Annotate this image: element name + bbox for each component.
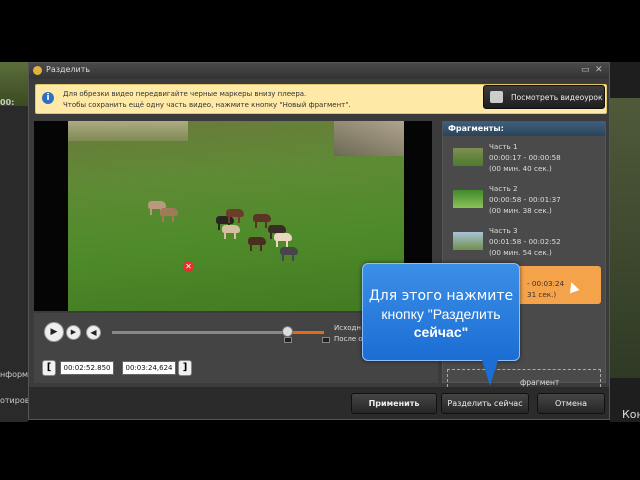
play-icon[interactable]: ▶ [44,322,64,342]
cancel-button[interactable]: Отмена [537,393,605,414]
fragment-item[interactable]: Часть 1 00:00:17 - 00:00:58 (00 мин. 40 … [447,140,601,178]
tooltip-line2: кнопку "Разделить [381,306,501,322]
fragment-item[interactable]: Часть 3 00:01:58 - 00:02:52 (00 мин. 54 … [447,224,601,262]
fragment-range: - 00:03:24 [527,279,565,288]
fragments-header: Фрагменты: [443,122,605,136]
dialog-titlebar: Разделить ▭ ✕ [29,63,609,79]
watch-lesson-label: Посмотреть видеоурок [511,93,603,102]
tooltip-line3: сейчас" [413,324,469,340]
apply-button[interactable]: Применить [351,393,437,414]
app-icon [33,66,42,75]
background-right-panel: Кон [610,62,640,422]
background-left-panel: 00: нформац отирова [0,62,38,422]
end-time-field[interactable]: 00:03:24,624 [122,361,176,375]
fragment-duration: (00 мин. 54 сек.) [489,248,552,257]
tooltip-line1: Для этого нажмите [368,288,514,304]
fragment-item[interactable]: Часть 2 00:00:58 - 00:01:37 (00 мин. 38 … [447,182,601,220]
background-label: 00: [0,98,15,107]
start-marker[interactable] [284,337,292,343]
start-time-field[interactable]: 00:02:52.850 [60,361,114,375]
info-text-line2: Чтобы сохранить ещё одну часть видео, на… [63,101,351,109]
end-marker[interactable] [322,337,330,343]
new-fragment-label: фрагмент [520,378,560,387]
hint-tooltip: Для этого нажмите кнопку "Разделить сейч… [362,263,520,361]
fragment-duration: (00 мин. 38 сек.) [489,206,552,215]
lesson-icon [490,91,503,103]
split-now-button[interactable]: Разделить сейчас [441,393,529,414]
set-end-button[interactable]: ] [178,360,192,376]
info-icon: i [42,92,54,104]
fragment-thumbnail [453,190,483,208]
info-text-line1: Для обрезки видео передвигайте черные ма… [63,90,307,98]
fragment-duration: 31 сек.) [527,290,557,299]
watch-lesson-button[interactable]: Посмотреть видеоурок [483,85,605,109]
close-icon[interactable]: ✕ [595,65,603,75]
minimize-icon[interactable]: ▭ [581,65,590,75]
fragment-range: 00:01:58 - 00:02:52 [489,237,561,246]
fragment-name: Часть 3 [489,226,518,235]
selection-range [292,331,324,334]
fragment-name: Часть 2 [489,184,518,193]
original-label: Исходн [334,324,361,332]
tooltip-pointer [482,360,498,386]
dialog-footer: Применить Разделить сейчас Отмена [29,387,609,419]
background-video-preview [610,98,640,378]
seek-thumb[interactable] [282,326,293,337]
fragment-name: Часть 1 [489,142,518,151]
volume-icon[interactable]: ◀ [86,325,101,340]
set-start-button[interactable]: [ [42,360,56,376]
fragment-duration: (00 мин. 40 сек.) [489,164,552,173]
fragment-range: 00:00:17 - 00:00:58 [489,153,561,162]
video-frame [68,121,404,311]
fragment-thumbnail [453,148,483,166]
remove-fragment-icon[interactable]: ✕ [183,261,194,272]
fragment-range: 00:00:58 - 00:01:37 [489,195,561,204]
split-dialog: Разделить ▭ ✕ i Для обрезки видео передв… [28,62,610,420]
fragment-thumbnail [453,232,483,250]
dialog-title: Разделить [46,65,91,74]
step-icon[interactable]: ▶ [66,325,81,340]
background-label: Кон [622,408,640,421]
